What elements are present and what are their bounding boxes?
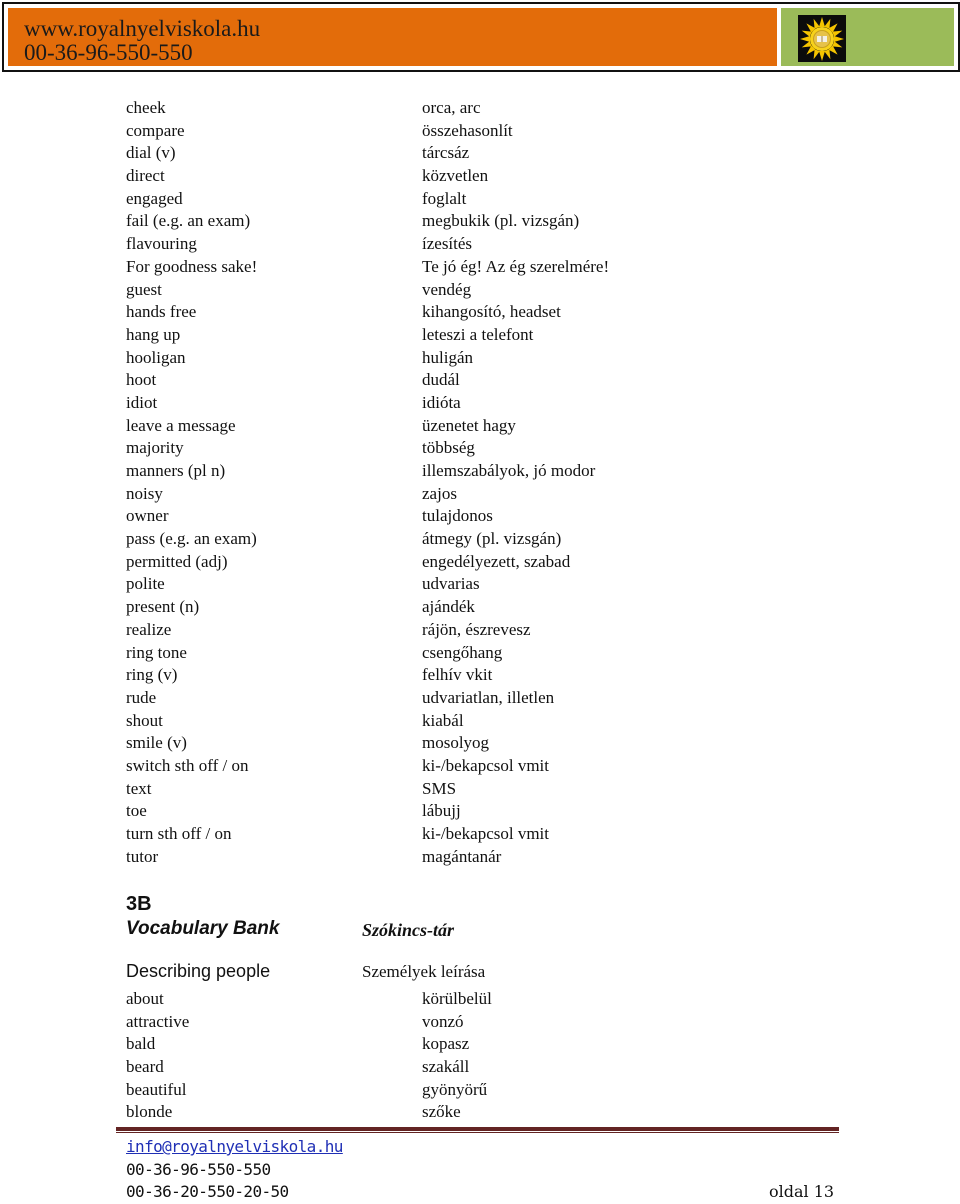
hungarian-translation: gyönyörű [422, 1079, 488, 1099]
footer-phone-2: 00-36-20-550-20-50 [126, 1182, 289, 1201]
english-term: hands free [126, 302, 197, 322]
hungarian-translation: felhív vkit [422, 665, 493, 685]
hungarian-translation: idióta [422, 392, 461, 412]
hungarian-translation: engedélyezett, szabad [422, 551, 571, 571]
subsection-title-hungarian: Személyek leírása [362, 962, 486, 981]
english-term: cheek [126, 98, 166, 117]
english-term: manners (pl n) [126, 461, 226, 480]
header-logo-panel [781, 8, 954, 66]
english-term: flavouring [126, 234, 197, 254]
hungarian-translation: üzenetet hagy [422, 415, 516, 435]
hungarian-translation: zajos [422, 483, 457, 503]
page-number: oldal 13 [769, 1182, 835, 1201]
english-term: realize [126, 619, 172, 639]
hungarian-translation: vonzó [422, 1011, 464, 1031]
hungarian-translation: tárcsáz [422, 143, 470, 163]
hungarian-translation: vendég [422, 279, 472, 299]
hungarian-translation: kihangosító, headset [422, 302, 561, 322]
english-term: noisy [126, 483, 163, 503]
english-term: guest [126, 279, 162, 299]
english-term: polite [126, 574, 165, 594]
hungarian-translation: többség [422, 438, 475, 458]
english-term: dial (v) [126, 143, 176, 163]
english-term: idiot [126, 392, 158, 412]
hungarian-translation: kiabál [422, 710, 464, 730]
english-term: about [126, 989, 164, 1008]
footer-phone-1: 00-36-96-550-550 [126, 1159, 271, 1179]
english-term: leave a message [126, 415, 236, 435]
english-term: smile (v) [126, 733, 187, 753]
english-term: hoot [126, 370, 157, 390]
hungarian-translation: lábujj [422, 801, 461, 821]
hungarian-translation: ízesítés [422, 234, 473, 254]
hungarian-translation: orca, arc [422, 98, 481, 117]
hungarian-translation: foglalt [422, 188, 467, 208]
english-term: toe [126, 801, 147, 821]
hungarian-translation: illemszabályok, jó modor [422, 461, 596, 480]
hungarian-translation: kopasz [422, 1034, 470, 1054]
hungarian-translation: tulajdonos [422, 506, 493, 526]
header-website[interactable]: www.royalnyelviskola.hu [24, 17, 260, 41]
english-term: owner [126, 506, 169, 526]
hungarian-translation: közvetlen [422, 166, 489, 186]
english-term: switch sth off / on [126, 755, 249, 775]
english-term: permitted (adj) [126, 551, 228, 571]
hungarian-translation: ki-/bekapcsol vmit [422, 824, 550, 843]
page-footer: info@royalnyelviskola.hu 00-36-96-550-55… [126, 1136, 343, 1204]
english-term: rude [126, 687, 157, 707]
hungarian-translation: dudál [422, 370, 460, 390]
hungarian-translation: SMS [422, 778, 457, 798]
hungarian-translation: összehasonlít [422, 120, 513, 140]
section-title-hungarian: Szókincs-tár [362, 920, 455, 940]
header-contact-panel: www.royalnyelviskola.hu 00-36-96-550-550 [8, 8, 777, 66]
hungarian-translation: csengőhang [422, 642, 503, 662]
hungarian-translation: udvarias [422, 574, 480, 594]
english-term: majority [126, 438, 184, 458]
hungarian-translation: rájön, észrevesz [422, 619, 531, 639]
english-term: ring tone [126, 642, 187, 662]
english-term: hooligan [126, 347, 186, 367]
hungarian-translation: leteszi a telefont [422, 324, 534, 344]
english-term: hang up [126, 324, 181, 344]
hungarian-translation: körülbelül [422, 989, 492, 1008]
hungarian-translation: huligán [422, 347, 473, 367]
hungarian-translation: ki-/bekapcsol vmit [422, 755, 550, 775]
english-term: pass (e.g. an exam) [126, 529, 257, 549]
english-term: beard [126, 1057, 164, 1077]
english-term: fail (e.g. an exam) [126, 211, 251, 231]
hungarian-translation: Te jó ég! Az ég szerelmére! [422, 256, 610, 276]
subsection-title-english: Describing people [126, 961, 271, 981]
footer-divider [116, 1127, 839, 1133]
english-term: turn sth off / on [126, 824, 232, 843]
english-term: bald [126, 1034, 156, 1054]
english-term: shout [126, 710, 163, 730]
hungarian-translation: szőke [422, 1102, 461, 1122]
hungarian-translation: mosolyog [422, 733, 490, 753]
hungarian-translation: udvariatlan, illetlen [422, 687, 555, 707]
english-term: direct [126, 166, 165, 186]
english-term: compare [126, 120, 185, 140]
english-term: present (n) [126, 597, 200, 617]
hungarian-translation: magántanár [422, 846, 502, 866]
english-term: ring (v) [126, 665, 178, 685]
hungarian-translation: megbukik (pl. vizsgán) [422, 211, 580, 231]
header-phone: 00-36-96-550-550 [24, 40, 193, 65]
hungarian-translation: szakáll [422, 1057, 470, 1077]
english-term: blonde [126, 1102, 173, 1122]
page-header: www.royalnyelviskola.hu 00-36-96-550-550 [2, 2, 960, 72]
footer-email-link[interactable]: info@royalnyelviskola.hu [126, 1136, 343, 1159]
english-term: tutor [126, 846, 159, 866]
english-term: text [126, 778, 152, 798]
section-number: 3B [126, 893, 152, 915]
english-term: beautiful [126, 1079, 187, 1099]
hungarian-translation: ajándék [422, 597, 475, 617]
hungarian-translation: átmegy (pl. vizsgán) [422, 529, 562, 549]
sun-book-logo-icon [798, 15, 846, 62]
english-term: attractive [126, 1011, 190, 1031]
english-term: For goodness sake! [126, 256, 258, 276]
english-term: engaged [126, 188, 183, 208]
section-title-english: Vocabulary Bank [126, 918, 280, 939]
